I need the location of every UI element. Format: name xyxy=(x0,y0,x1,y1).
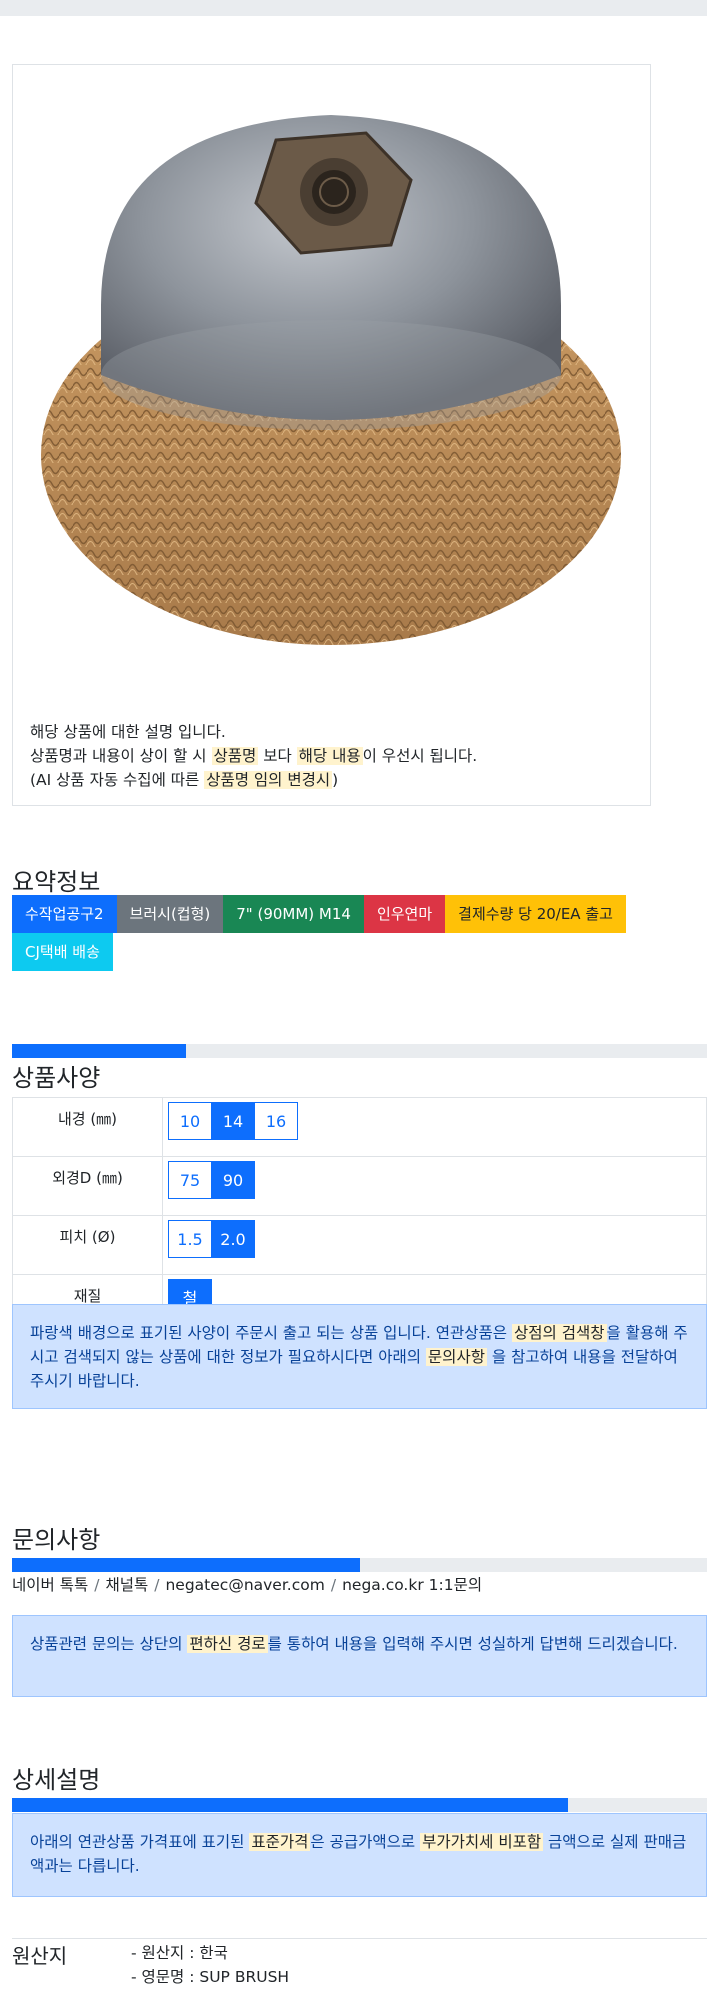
desc-highlight: 상품명 임의 변경시 xyxy=(204,771,333,789)
notice-highlight: 편하신 경로 xyxy=(187,1635,268,1653)
spec-title: 상품사양 xyxy=(12,1064,101,1092)
detail-notice: 아래의 연관상품 가격표에 표기된 표준가격 은 공급가액으로 부가가치세 비포함… xyxy=(12,1813,707,1897)
image-description: 해당 상품에 대한 설명 입니다. 상품명과 내용이 상이 할 시 상품명 보다… xyxy=(30,720,477,792)
contact-channel-talk[interactable]: 채널톡 xyxy=(105,1576,148,1594)
badge-size[interactable]: 7" (90MM) M14 xyxy=(223,895,364,933)
origin-english-name: - 영문명 : SUP BRUSH xyxy=(131,1968,290,1986)
desc-highlight: 상품명 xyxy=(211,747,259,765)
badge-brand[interactable]: 인우연마 xyxy=(363,895,446,933)
detail-progress xyxy=(12,1798,707,1812)
origin-values: - 원산지 : 한국 - 영문명 : SUP BRUSH xyxy=(131,1941,289,1989)
desc-highlight: 해당 내용 xyxy=(296,747,363,765)
inquiry-notice: 상품관련 문의는 상단의 편하신 경로 를 통하여 내용을 입력해 주시면 성실하… xyxy=(12,1615,707,1697)
notice-highlight: 문의사항 xyxy=(425,1348,487,1366)
badge-quantity[interactable]: 결제수량 당 20/EA 출고 xyxy=(445,895,626,933)
spec-table: 내경 (㎜) 10 14 16 외경D (㎜) 75 90 피치 (Ø) 1.5 2.0 재질 철 xyxy=(12,1097,707,1334)
top-bar xyxy=(0,0,707,16)
spec-option-button[interactable]: 1.5 xyxy=(168,1220,212,1258)
notice-highlight: 상점의 검색창 xyxy=(512,1324,607,1342)
separator: / xyxy=(154,1576,160,1594)
spec-label: 외경D (㎜) xyxy=(12,1156,163,1216)
spec-label: 내경 (㎜) xyxy=(12,1097,163,1157)
spec-option-button[interactable]: 75 xyxy=(168,1161,212,1199)
product-image xyxy=(41,115,621,645)
desc-text: (AI 상품 자동 수집에 따른 xyxy=(30,771,205,789)
product-image-card: 해당 상품에 대한 설명 입니다. 상품명과 내용이 상이 할 시 상품명 보다… xyxy=(12,64,651,806)
inquiry-progress-fill xyxy=(12,1558,360,1572)
spec-row: 외경D (㎜) 75 90 xyxy=(12,1156,707,1216)
notice-text: 를 통하여 내용을 입력해 주시면 성실하게 답변해 드리겠습니다. xyxy=(267,1635,678,1653)
summary-title: 요약정보 xyxy=(12,868,101,896)
contact-email[interactable]: negatec@naver.com xyxy=(165,1576,324,1594)
desc-text: 보다 xyxy=(258,747,297,765)
notice-text: 은 공급가액으로 xyxy=(310,1833,421,1851)
spec-option-button[interactable]: 14 xyxy=(211,1102,255,1140)
contact-naver-talk[interactable]: 네이버 톡톡 xyxy=(12,1576,88,1594)
spec-option-button[interactable]: 10 xyxy=(168,1102,212,1140)
spec-notice: 파랑색 배경으로 표기된 사양이 주문시 출고 되는 상품 입니다. 연관상품은… xyxy=(12,1304,707,1409)
badge-shipping[interactable]: CJ택배 배송 xyxy=(12,933,113,971)
spec-progress xyxy=(12,1044,707,1058)
separator: / xyxy=(330,1576,337,1594)
notice-text: 아래의 연관상품 가격표에 표기된 xyxy=(30,1833,250,1851)
spec-options: 1.5 2.0 xyxy=(162,1215,707,1275)
notice-text: 상품관련 문의는 상단의 xyxy=(30,1635,188,1653)
spec-option-button[interactable]: 16 xyxy=(254,1102,298,1140)
detail-progress-fill xyxy=(12,1798,568,1812)
spec-progress-fill xyxy=(12,1044,186,1058)
contact-website[interactable]: nega.co.kr 1:1문의 xyxy=(342,1576,482,1594)
spec-option-button[interactable]: 2.0 xyxy=(211,1220,255,1258)
spec-options: 75 90 xyxy=(162,1156,707,1216)
notice-text: 파랑색 배경으로 표기된 사양이 주문시 출고 되는 상품 입니다. 연관상품은 xyxy=(30,1324,512,1342)
desc-line-1: 해당 상품에 대한 설명 입니다. xyxy=(30,723,226,741)
notice-highlight: 부가가치세 비포함 xyxy=(420,1833,544,1851)
origin-divider xyxy=(12,1938,707,1939)
inquiry-progress xyxy=(12,1558,707,1572)
notice-highlight: 표준가격 xyxy=(249,1833,311,1851)
desc-text: ) xyxy=(332,771,339,789)
origin-country: - 원산지 : 한국 xyxy=(131,1944,228,1962)
contact-links: 네이버 톡톡 / 채널톡 / negatec@naver.com / nega.co.kr … xyxy=(12,1573,482,1595)
summary-badges: 수작업공구2 브러시(컵형) 7" (90MM) M14 인우연마 결제수량 당… xyxy=(12,895,712,971)
inquiry-title: 문의사항 xyxy=(12,1526,101,1554)
badge-type[interactable]: 브러시(컵형) xyxy=(116,895,224,933)
spec-options: 10 14 16 xyxy=(162,1097,707,1157)
desc-text: 상품명과 내용이 상이 할 시 xyxy=(30,747,212,765)
spec-row: 피치 (Ø) 1.5 2.0 xyxy=(12,1215,707,1275)
desc-text: 이 우선시 됩니다. xyxy=(362,747,478,765)
origin-label: 원산지 xyxy=(12,1944,68,1968)
detail-title: 상세설명 xyxy=(12,1766,101,1794)
spec-row: 내경 (㎜) 10 14 16 xyxy=(12,1097,707,1157)
spec-option-button[interactable]: 90 xyxy=(211,1161,255,1199)
spec-label: 피치 (Ø) xyxy=(12,1215,163,1275)
separator: / xyxy=(94,1576,100,1594)
badge-category[interactable]: 수작업공구2 xyxy=(12,895,117,933)
